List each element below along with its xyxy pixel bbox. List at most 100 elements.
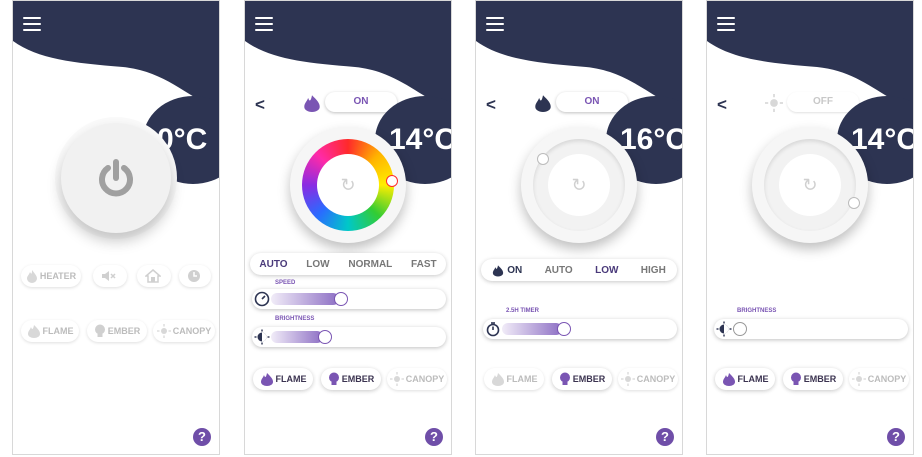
- ember-button[interactable]: EMBER: [783, 368, 843, 390]
- canopy-knob[interactable]: [848, 197, 860, 209]
- screen-power: 0°C HEATER FLAME EMBER CANOPY ?: [12, 0, 220, 455]
- toggle-state: OFF: [787, 92, 859, 112]
- mode-auto[interactable]: AUTO: [545, 265, 573, 276]
- canopy-label: CANOPY: [172, 326, 212, 336]
- brightness-thumb[interactable]: [733, 322, 747, 336]
- brightness-slider[interactable]: [714, 319, 908, 339]
- help-button[interactable]: ?: [656, 428, 674, 446]
- help-button[interactable]: ?: [887, 428, 905, 446]
- menu-icon[interactable]: [23, 17, 41, 31]
- speed-mode-selector: AUTO LOW NORMAL FAST: [250, 253, 446, 275]
- color-knob[interactable]: [386, 175, 398, 187]
- brightness-slider[interactable]: [252, 327, 446, 347]
- home-button[interactable]: [137, 265, 171, 287]
- ember-button[interactable]: EMBER: [87, 320, 147, 342]
- power-icon: [99, 159, 133, 197]
- screen-flame-color: < ON 14°C ↻ AUTO LOW NORMAL FAST SPEED B…: [244, 0, 452, 455]
- help-button[interactable]: ?: [193, 428, 211, 446]
- mode-auto[interactable]: AUTO: [259, 259, 287, 270]
- mode-normal[interactable]: NORMAL: [348, 259, 392, 270]
- ember-button[interactable]: EMBER: [552, 368, 612, 390]
- heater-icon: [535, 95, 551, 112]
- menu-icon[interactable]: [255, 17, 273, 31]
- brightness-label: BRIGHTNESS: [737, 308, 777, 314]
- speedometer-icon: [254, 291, 270, 307]
- ember-icon: [328, 372, 339, 385]
- color-wheel[interactable]: ↻: [290, 127, 406, 243]
- ember-label: EMBER: [107, 326, 141, 336]
- canopy-icon: [389, 372, 404, 386]
- ember-label: EMBER: [572, 374, 606, 384]
- timer-thumb[interactable]: [557, 322, 571, 336]
- flame-button[interactable]: FLAME: [484, 368, 544, 390]
- menu-icon[interactable]: [486, 17, 504, 31]
- ember-button[interactable]: EMBER: [321, 368, 381, 390]
- canopy-icon: [156, 324, 171, 338]
- temperature-dial[interactable]: ↻: [521, 127, 637, 243]
- timer-slider[interactable]: [483, 319, 677, 339]
- clock-icon: [188, 270, 200, 282]
- screen-heater: < ON 16°C ↻ ON AUTO LOW HIGH 2.5H TIMER …: [475, 0, 683, 455]
- mute-icon: [102, 271, 116, 281]
- flame-button[interactable]: FLAME: [253, 368, 313, 390]
- mode-low[interactable]: LOW: [306, 259, 329, 270]
- mode-fast[interactable]: FAST: [411, 259, 437, 270]
- canopy-dial[interactable]: ↻: [752, 127, 868, 243]
- power-button[interactable]: [61, 123, 171, 233]
- screen-canopy: < OFF 14°C ↻ BRIGHTNESS FLAME EMBER CANO…: [706, 0, 914, 455]
- speed-slider[interactable]: [252, 289, 446, 309]
- back-icon[interactable]: <: [255, 95, 265, 115]
- back-icon[interactable]: <: [486, 95, 496, 115]
- canopy-icon: [765, 94, 783, 112]
- ember-icon: [94, 324, 105, 337]
- canopy-label: CANOPY: [867, 374, 907, 384]
- brightness-icon: [254, 329, 270, 345]
- on-label: ON: [507, 264, 523, 276]
- flame-icon: [260, 373, 273, 386]
- flame-icon: [304, 95, 320, 112]
- menu-icon[interactable]: [717, 17, 735, 31]
- ember-icon: [790, 372, 801, 385]
- refresh-icon: ↻: [779, 154, 841, 216]
- flame-label: FLAME: [42, 326, 74, 336]
- timer-icon: [486, 322, 500, 337]
- heater-on[interactable]: ON: [492, 264, 522, 277]
- back-icon[interactable]: <: [717, 95, 727, 115]
- flame-button[interactable]: FLAME: [21, 320, 79, 342]
- flame-label: FLAME: [275, 374, 307, 384]
- refresh-icon: ↻: [317, 154, 379, 216]
- canopy-button[interactable]: CANOPY: [387, 368, 447, 390]
- home-icon: [145, 269, 161, 283]
- speed-label: SPEED: [275, 280, 296, 286]
- flame-icon: [491, 373, 504, 386]
- heater-label: HEATER: [39, 271, 77, 281]
- timer-label: 2.5H TIMER: [506, 308, 540, 314]
- canopy-icon: [620, 372, 635, 386]
- brightness-thumb[interactable]: [318, 330, 332, 344]
- heater-button[interactable]: HEATER: [21, 265, 81, 287]
- help-button[interactable]: ?: [425, 428, 443, 446]
- mode-high[interactable]: HIGH: [641, 265, 666, 276]
- clock-button[interactable]: [179, 265, 211, 287]
- flame-icon: [722, 373, 735, 386]
- heat-mode-selector: ON AUTO LOW HIGH: [481, 259, 677, 281]
- canopy-button[interactable]: CANOPY: [153, 320, 215, 342]
- flame-icon: [27, 325, 40, 338]
- header-banner: [13, 1, 219, 111]
- refresh-icon: ↻: [548, 154, 610, 216]
- temperature-knob[interactable]: [537, 153, 549, 165]
- canopy-label: CANOPY: [636, 374, 676, 384]
- canopy-button[interactable]: CANOPY: [618, 368, 678, 390]
- mode-low[interactable]: LOW: [595, 265, 618, 276]
- canopy-icon: [851, 372, 866, 386]
- heater-icon: [493, 264, 504, 276]
- heater-icon: [26, 270, 37, 283]
- toggle-state: ON: [556, 92, 628, 112]
- toggle-state: ON: [325, 92, 397, 112]
- mute-button[interactable]: [93, 265, 127, 287]
- ember-label: EMBER: [803, 374, 837, 384]
- flame-button[interactable]: FLAME: [715, 368, 775, 390]
- canopy-button[interactable]: CANOPY: [849, 368, 909, 390]
- speed-thumb[interactable]: [334, 292, 348, 306]
- canopy-label: CANOPY: [405, 374, 445, 384]
